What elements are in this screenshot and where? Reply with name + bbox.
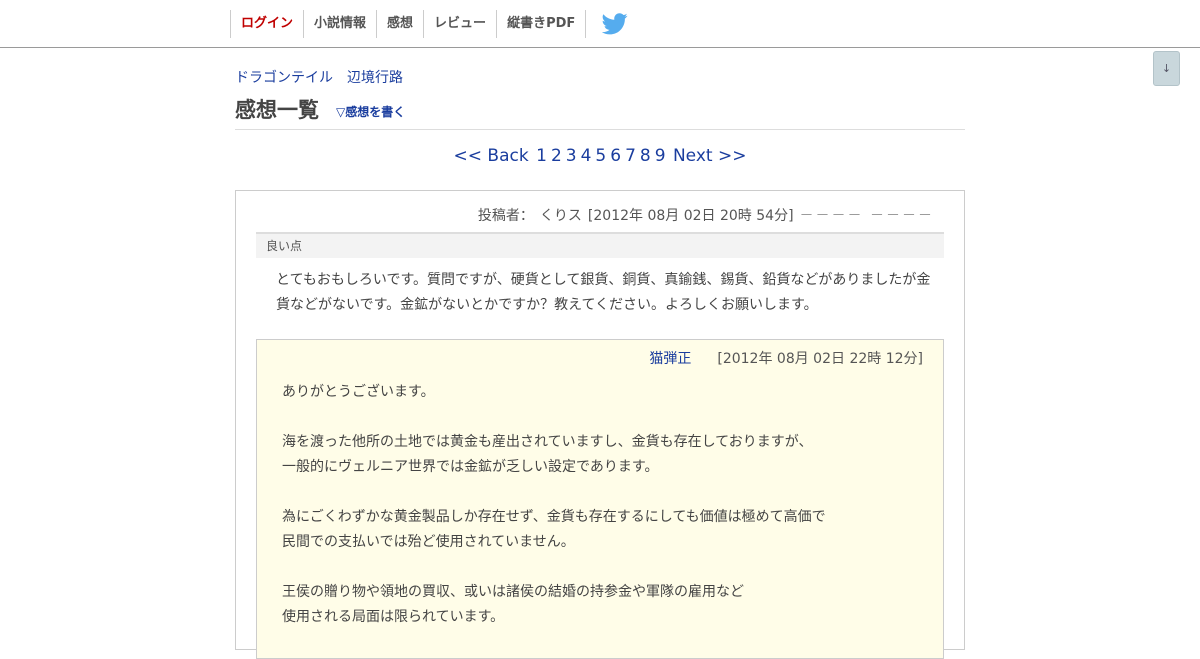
review-card: 投稿者： くりス [2012年 08月 02日 20時 54分] －－－－ －－－－ … (235, 190, 965, 659)
pager-page-8[interactable]: 8 (640, 146, 651, 166)
review-meta: 投稿者： くりス [2012年 08月 02日 20時 54分] －－－－ －－－－ (478, 205, 934, 225)
page-title: 感想一覧 (235, 98, 319, 122)
review-body: とてもおもしろいです。質問ですが、硬貨として銀貨、銅貨、真鍮銭、錫貨、鉛貨などが… (276, 272, 931, 313)
poster-label: 投稿者： (477, 208, 534, 224)
title-divider (235, 129, 965, 130)
reply-author-link[interactable]: 猫弾正 (649, 351, 691, 367)
reply-line: 一般的にヴェルニア世界では金鉱が乏しい設定であります。 (282, 459, 659, 475)
reply-line: 為にごくわずかな黄金製品しか存在せず、金貨も存在するにしても価値は極めて高価で (282, 509, 826, 525)
pagination: << Back 123456789 Next >> (235, 146, 965, 166)
nav-novel-info[interactable]: 小説情報 (303, 10, 376, 38)
reply-meta: 猫弾正 [2012年 08月 02日 22時 12分] (649, 348, 923, 368)
reply-line: 王侯の贈り物や領地の買収、或いは諸侯の結婚の持参金や軍隊の雇用など (282, 584, 744, 600)
author-reply: 猫弾正 [2012年 08月 02日 22時 12分] ありがとうございます。 海… (256, 339, 944, 659)
global-nav: ログイン 小説情報 感想 レビュー 縦書きPDF (230, 10, 644, 38)
reply-date: [2012年 08月 02日 22時 12分] (717, 351, 923, 367)
pager-page-1[interactable]: 1 (536, 146, 547, 166)
review-rating-dashes: －－－－ －－－－ (799, 208, 934, 224)
reply-blank-line (282, 555, 922, 580)
write-impression-link[interactable]: ▽感想を書く (336, 103, 405, 120)
top-navigation-bar: ログイン 小説情報 感想 レビュー 縦書きPDF (0, 0, 1200, 48)
reply-blank-line (282, 480, 922, 505)
twitter-share-button[interactable] (586, 10, 644, 38)
pager-page-4[interactable]: 4 (581, 146, 592, 166)
pager-page-2[interactable]: 2 (551, 146, 562, 166)
novel-title-link[interactable]: ドラゴンテイル (235, 70, 333, 86)
nav-impressions[interactable]: 感想 (376, 10, 423, 38)
reply-line: ありがとうございます。 (282, 384, 435, 400)
pager-page-9[interactable]: 9 (655, 146, 666, 166)
pager-page-5[interactable]: 5 (595, 146, 606, 166)
reply-blank-line (282, 405, 922, 430)
good-points-heading: 良い点 (256, 232, 944, 258)
pager-page-7[interactable]: 7 (625, 146, 636, 166)
reply-line: 使用される局面は限られています。 (282, 609, 505, 625)
reply-line: 海を渡った他所の土地では黄金も産出されていますし、金貨も存在しておりますが、 (282, 434, 813, 450)
novel-breadcrumb: ドラゴンテイル 辺境行路 (235, 67, 403, 87)
scroll-down-button[interactable]: ↓ (1153, 51, 1180, 86)
nav-vertical-pdf[interactable]: 縦書きPDF (496, 10, 587, 38)
author-link[interactable]: 辺境行路 (347, 70, 403, 86)
review-date: [2012年 08月 02日 20時 54分] (587, 208, 794, 224)
pager-back[interactable]: << Back (454, 146, 529, 166)
pager-next[interactable]: Next >> (673, 146, 747, 166)
nav-login[interactable]: ログイン (230, 10, 303, 38)
reply-line: 民間での支払いでは殆ど使用されていません。 (282, 534, 575, 550)
nav-reviews[interactable]: レビュー (423, 10, 496, 38)
pager-page-6[interactable]: 6 (610, 146, 621, 166)
poster-name: くりス (539, 208, 582, 224)
twitter-bird-icon (602, 13, 628, 35)
reply-body: ありがとうございます。 海を渡った他所の土地では黄金も産出されていますし、金貨も… (282, 380, 922, 630)
pager-page-3[interactable]: 3 (566, 146, 577, 166)
